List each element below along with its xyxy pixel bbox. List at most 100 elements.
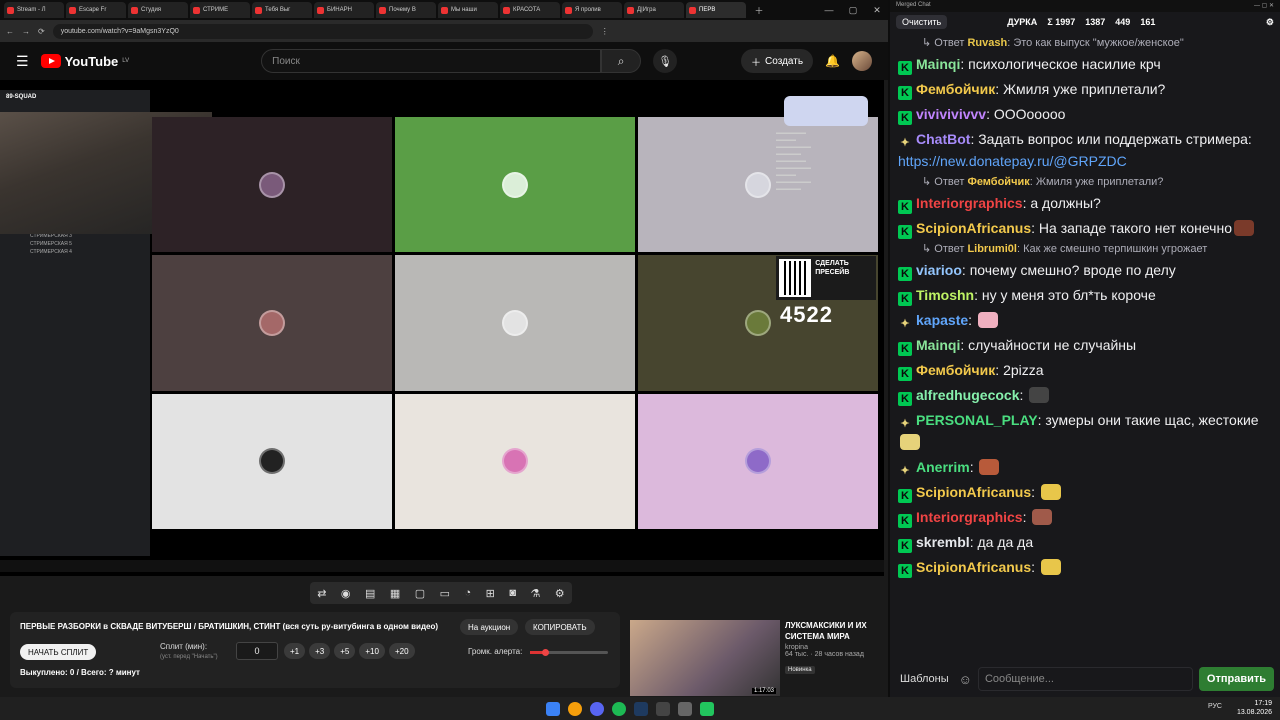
reload-icon[interactable]: ⟳ bbox=[38, 27, 45, 36]
discord-icon[interactable] bbox=[590, 701, 604, 716]
increment-button[interactable]: +5 bbox=[334, 643, 356, 659]
layout-icon[interactable]: ▭ bbox=[440, 587, 450, 600]
chat-nick[interactable]: ChatBot bbox=[916, 131, 970, 147]
message-input[interactable]: Сообщение... bbox=[977, 667, 1193, 691]
chat-nick[interactable]: Mainqi bbox=[916, 337, 960, 353]
chat-nick[interactable]: Timoshn bbox=[916, 287, 974, 303]
menu-icon[interactable]: ☰ bbox=[16, 53, 29, 70]
alert-volume-label: Громк. алерта: bbox=[468, 647, 523, 656]
clapper-icon[interactable]: ▦ bbox=[390, 587, 400, 600]
browser-tab[interactable]: Мы наши bbox=[438, 2, 498, 18]
chat-nick[interactable]: skrembl bbox=[916, 534, 970, 550]
url-field[interactable]: youtube.com/watch?v=9aMgsn3YzQ0 bbox=[52, 23, 593, 39]
flask-icon[interactable]: ⚗ bbox=[530, 587, 540, 600]
tab-label: Мы наши bbox=[451, 7, 477, 13]
kick-badge-icon: K bbox=[898, 225, 912, 239]
chat-nick[interactable]: ScipionAfricanus bbox=[916, 484, 1031, 500]
browser-tab[interactable]: КРАСОТА bbox=[500, 2, 560, 18]
close-icon[interactable]: ✕ bbox=[866, 5, 888, 16]
chat-nick[interactable]: PERSONAL_PLAY bbox=[916, 412, 1038, 428]
clear-button[interactable]: Очистить bbox=[896, 15, 948, 29]
mic-icon[interactable]: 🎙 bbox=[653, 49, 678, 73]
chat-nick[interactable]: Фембойчик bbox=[916, 362, 995, 378]
spotify-icon[interactable] bbox=[612, 701, 626, 716]
maximize-icon[interactable]: ▢ bbox=[842, 5, 864, 16]
start-split-button[interactable]: НАЧАТЬ СПЛИТ bbox=[20, 644, 97, 660]
browser-tab[interactable]: Я пролив bbox=[562, 2, 622, 18]
chat-nick[interactable]: kapaste bbox=[916, 312, 968, 328]
browser-tab[interactable]: БИНАРН bbox=[314, 2, 374, 18]
lang-indicator[interactable]: РУС bbox=[1208, 703, 1222, 710]
browser-tab[interactable]: Студия bbox=[128, 2, 188, 18]
gear-icon[interactable]: ⚙ bbox=[555, 587, 565, 600]
chat-nick[interactable]: ScipionAfricanus bbox=[916, 220, 1031, 236]
settings-icon[interactable]: ⚙ bbox=[1266, 17, 1274, 28]
bell-icon[interactable]: 🔔 bbox=[825, 54, 840, 68]
increment-button[interactable]: +10 bbox=[359, 643, 385, 659]
recommended-title[interactable]: ЛУКСМАКСИКИ И ИХ СИСТЕМА МИРА bbox=[785, 620, 880, 642]
search-button[interactable]: ⌕ bbox=[601, 49, 642, 73]
chrome-icon[interactable] bbox=[568, 701, 582, 716]
increment-button[interactable]: +20 bbox=[388, 643, 415, 659]
chat-nick[interactable]: alfredhugecock bbox=[916, 387, 1019, 403]
recommended-channel[interactable]: kropina bbox=[785, 644, 880, 651]
participant-avatar bbox=[502, 309, 528, 336]
app2-icon[interactable] bbox=[700, 701, 714, 716]
clock[interactable]: 17:19 13.08.2026 bbox=[1237, 699, 1272, 717]
chat-nick[interactable]: Фембойчик bbox=[916, 81, 995, 97]
slider-thumb[interactable] bbox=[542, 649, 549, 656]
repeat-icon[interactable]: ⇄ bbox=[317, 587, 326, 600]
auction-button[interactable]: На аукцион bbox=[460, 619, 519, 635]
create-button[interactable]: ＋ Создать bbox=[741, 49, 814, 73]
minimize-icon[interactable]: — bbox=[818, 5, 840, 15]
increment-button[interactable]: +1 bbox=[284, 643, 306, 659]
search-input[interactable]: Поиск bbox=[261, 49, 602, 73]
browser-tab[interactable]: Тебя Выг bbox=[252, 2, 312, 18]
start-icon[interactable] bbox=[546, 701, 560, 716]
browser-tab[interactable]: ПЕРВ bbox=[686, 2, 746, 18]
back-icon[interactable]: ← bbox=[6, 27, 14, 36]
emoji-icon[interactable]: ☺ bbox=[959, 672, 972, 687]
steam-icon[interactable] bbox=[634, 701, 648, 716]
chat-text: Жмиля уже приплетали? bbox=[1003, 81, 1166, 97]
app-icon[interactable] bbox=[678, 701, 692, 716]
copy-button[interactable]: КОПИРОВАТЬ bbox=[525, 619, 595, 635]
alert-volume-slider[interactable] bbox=[530, 649, 608, 656]
obs-icon[interactable] bbox=[656, 701, 670, 716]
window-controls[interactable]: — ▢ ✕ bbox=[1254, 2, 1274, 10]
chat-nick[interactable]: vivivivivvv bbox=[916, 106, 986, 122]
avatar[interactable] bbox=[852, 51, 872, 71]
browser-tab[interactable]: Stream - Л bbox=[4, 2, 64, 18]
discord-channel[interactable]: СТРИМЕРСКАЯ 4 bbox=[30, 248, 150, 256]
reply-nick[interactable]: Фембойчик bbox=[967, 176, 1029, 188]
chat-link[interactable]: https://new.donatepay.ru/@GRPZDC bbox=[898, 153, 1127, 169]
browser-tab[interactable]: СТРИМЕ bbox=[190, 2, 250, 18]
send-button[interactable]: Отправить bbox=[1198, 667, 1274, 691]
recommended-thumbnail[interactable]: 1:17:03 bbox=[630, 620, 780, 696]
chat-nick[interactable]: Interiorgraphics bbox=[916, 195, 1023, 211]
increment-button[interactable]: +3 bbox=[309, 643, 331, 659]
youtube-logo[interactable]: YouTube LV bbox=[40, 54, 129, 69]
discord-channel[interactable]: СТРИМЕРСКАЯ 5 bbox=[30, 240, 150, 248]
chat-nick[interactable]: Mainqi bbox=[916, 56, 960, 72]
crop-icon[interactable]: ▢ bbox=[415, 587, 425, 600]
chat-nick[interactable]: Interiorgraphics bbox=[916, 509, 1023, 525]
templates-button[interactable]: Шаблоны bbox=[896, 673, 953, 685]
split-input[interactable]: 0 bbox=[236, 642, 278, 660]
forward-icon[interactable]: → bbox=[22, 27, 30, 36]
browser-tab[interactable]: Escape Fr bbox=[66, 2, 126, 18]
screen-icon[interactable]: ▤ bbox=[365, 587, 375, 600]
reply-nick[interactable]: Ruvash bbox=[967, 37, 1007, 49]
speed-icon[interactable]: ◔ bbox=[465, 587, 472, 599]
chat-nick[interactable]: viarioo bbox=[916, 262, 962, 278]
chat-nick[interactable]: Anerrim bbox=[916, 459, 970, 475]
chat-nick[interactable]: ScipionAfricanus bbox=[916, 559, 1031, 575]
extensions-icon[interactable]: ⋮ bbox=[601, 27, 609, 36]
browser-tab[interactable]: Почему В bbox=[376, 2, 436, 18]
camera-icon[interactable]: ◙ bbox=[509, 587, 516, 599]
new-tab-icon[interactable]: ＋ bbox=[748, 4, 770, 17]
add-icon[interactable]: ⊞ bbox=[486, 587, 495, 600]
reply-nick[interactable]: Librumi0l bbox=[967, 243, 1017, 255]
browser-tab[interactable]: Д|Игра bbox=[624, 2, 684, 18]
broadcast-icon[interactable]: ◉ bbox=[341, 587, 351, 600]
